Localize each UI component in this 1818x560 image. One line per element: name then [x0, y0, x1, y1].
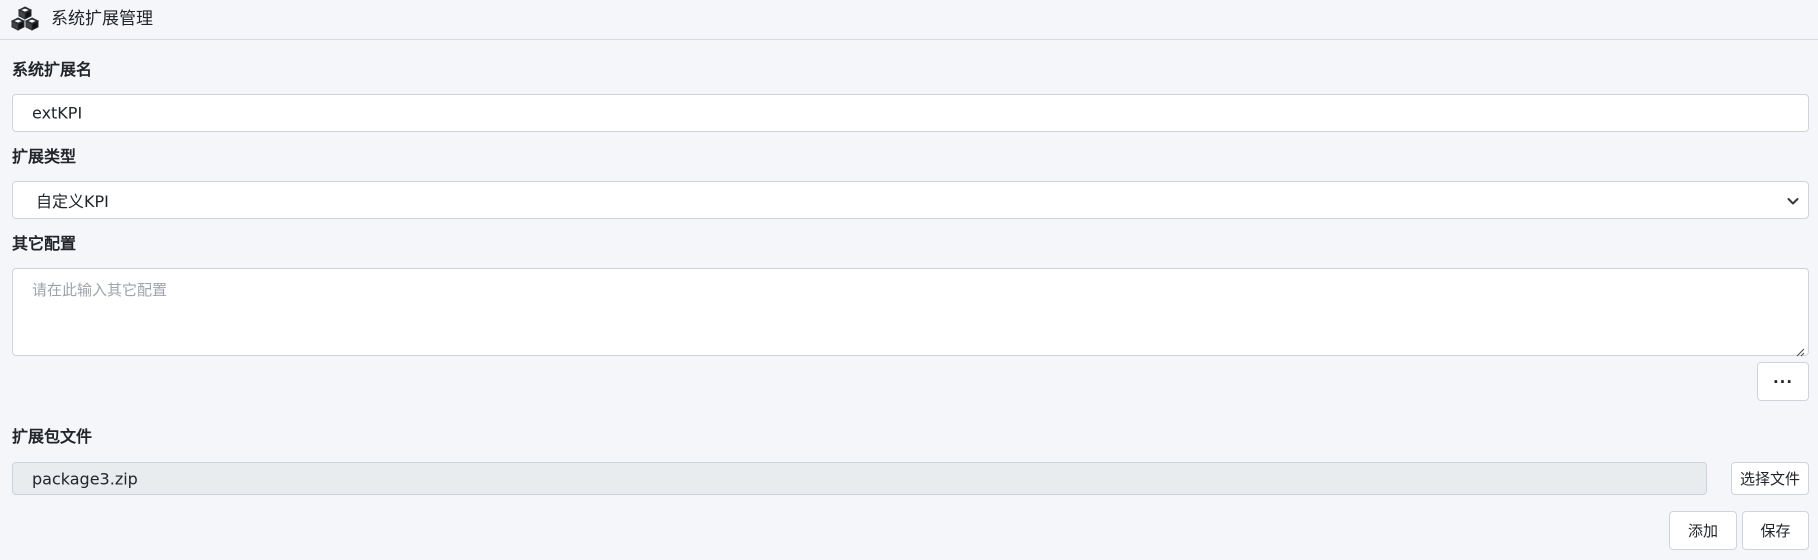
package-file-value: package3.zip: [32, 469, 138, 488]
extension-type-selected: 自定义KPI: [36, 192, 109, 211]
other-config-placeholder: 请在此输入其它配置: [32, 281, 168, 299]
extension-name-value: extKPI: [32, 103, 83, 123]
package-file-input[interactable]: package3.zip: [12, 462, 1707, 495]
page-header: 系统扩展管理: [0, 0, 1818, 40]
resize-grip-icon[interactable]: [1795, 342, 1805, 357]
extension-name-input[interactable]: extKPI: [12, 94, 1809, 132]
add-button[interactable]: 添加: [1669, 511, 1737, 550]
package-file-label: 扩展包文件: [12, 427, 93, 446]
extension-type-label: 扩展类型: [12, 147, 77, 166]
other-config-textarea[interactable]: 请在此输入其它配置: [12, 268, 1809, 357]
page-title: 系统扩展管理: [51, 9, 153, 29]
extension-type-select[interactable]: 自定义KPI: [12, 181, 1809, 219]
save-button[interactable]: 保存: [1742, 511, 1809, 550]
extension-name-label: 系统扩展名: [12, 60, 93, 79]
other-config-label: 其它配置: [12, 234, 77, 253]
choose-file-button[interactable]: 选择文件: [1731, 462, 1809, 495]
cubes-icon: [10, 6, 40, 32]
chevron-down-icon: [1786, 193, 1800, 207]
more-options-button[interactable]: ···: [1757, 362, 1809, 401]
